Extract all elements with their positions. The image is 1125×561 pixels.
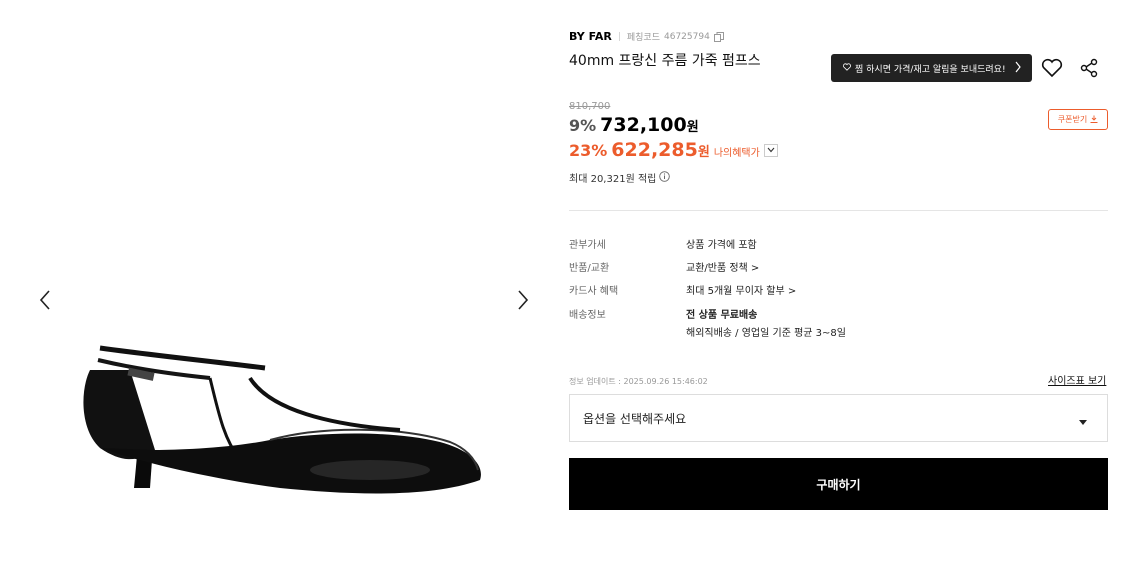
points-info: 최대 20,321원 적립 <box>569 170 671 185</box>
benefit-price-row: 23% 622,285 원 나의혜택가 <box>569 139 778 161</box>
product-title: 40mm 프랑신 주름 가죽 펌프스 <box>569 53 761 69</box>
brand-name[interactable]: BY FAR <box>569 30 612 43</box>
chevron-right-icon[interactable] <box>514 288 534 312</box>
coupon-label: 쿠폰받기 <box>1057 115 1088 124</box>
spec-label: 반품/교환 <box>569 263 610 274</box>
option-select[interactable]: 옵션을 선택해주세요 <box>569 394 1108 442</box>
brand-row: BY FAR | 페칭코드 46725794 <box>569 30 724 43</box>
sale-price-row: 9% 732,100 원 <box>569 114 699 136</box>
share-icon[interactable] <box>1079 58 1099 78</box>
sale-price: 732,100 <box>600 114 687 136</box>
currency-unit: 원 <box>686 120 699 135</box>
chevron-left-icon[interactable] <box>36 288 56 312</box>
option-select-label: 옵션을 선택해주세요 <box>583 411 687 426</box>
divider: | <box>617 31 621 42</box>
product-gallery <box>0 0 560 561</box>
coupon-button[interactable]: 쿠폰받기 <box>1048 109 1108 130</box>
copy-icon[interactable] <box>713 31 724 42</box>
heart-icon[interactable] <box>1041 58 1063 78</box>
original-price: 810,700 <box>569 101 611 112</box>
product-image <box>70 330 490 510</box>
spec-value: 전 상품 무료배송 <box>686 310 758 321</box>
price-alert-label: 찜 하시면 가격/재고 알림을 보내드려요! <box>855 64 1006 75</box>
buy-button[interactable]: 구매하기 <box>569 458 1108 510</box>
price-alert-button[interactable]: 찜 하시면 가격/재고 알림을 보내드려요! <box>831 54 1032 82</box>
spec-label: 배송정보 <box>569 310 606 321</box>
product-code-label: 페칭코드 <box>626 33 660 43</box>
caret-down-icon <box>1079 415 1087 429</box>
discount-rate: 9% <box>569 116 597 135</box>
product-code-value: 46725794 <box>664 31 710 42</box>
spec-label: 카드사 혜택 <box>569 286 619 297</box>
points-text: 최대 20,321원 적립 <box>569 174 657 185</box>
size-chart-link[interactable]: 사이즈표 보기 <box>1048 372 1106 387</box>
benefit-price: 622,285 <box>611 139 698 161</box>
benefit-label: 나의혜택가 <box>713 148 760 159</box>
info-icon[interactable] <box>659 170 671 185</box>
heart-outline-icon <box>843 62 851 74</box>
card-benefit-link[interactable]: 최대 5개월 무이자 할부 > <box>686 282 796 297</box>
return-policy-link[interactable]: 교환/반품 정책 > <box>686 259 759 274</box>
shipping-detail: 해외직배송 / 영업일 기준 평균 3~8일 <box>686 328 846 339</box>
product-info-panel: BY FAR | 페칭코드 46725794 40mm 프랑신 주름 가죽 펌프… <box>569 0 1109 561</box>
section-divider <box>569 210 1108 211</box>
update-timestamp: 정보 업데이트 : 2025.09.26 15:46:02 <box>569 377 708 386</box>
benefit-currency: 원 <box>697 145 710 160</box>
chevron-right-icon <box>1014 61 1022 76</box>
download-icon <box>1090 115 1098 125</box>
chevron-down-icon[interactable] <box>763 143 778 157</box>
spec-value: 상품 가격에 포함 <box>686 240 757 251</box>
benefit-rate: 23% <box>569 141 608 160</box>
spec-label: 관부가세 <box>569 240 606 251</box>
